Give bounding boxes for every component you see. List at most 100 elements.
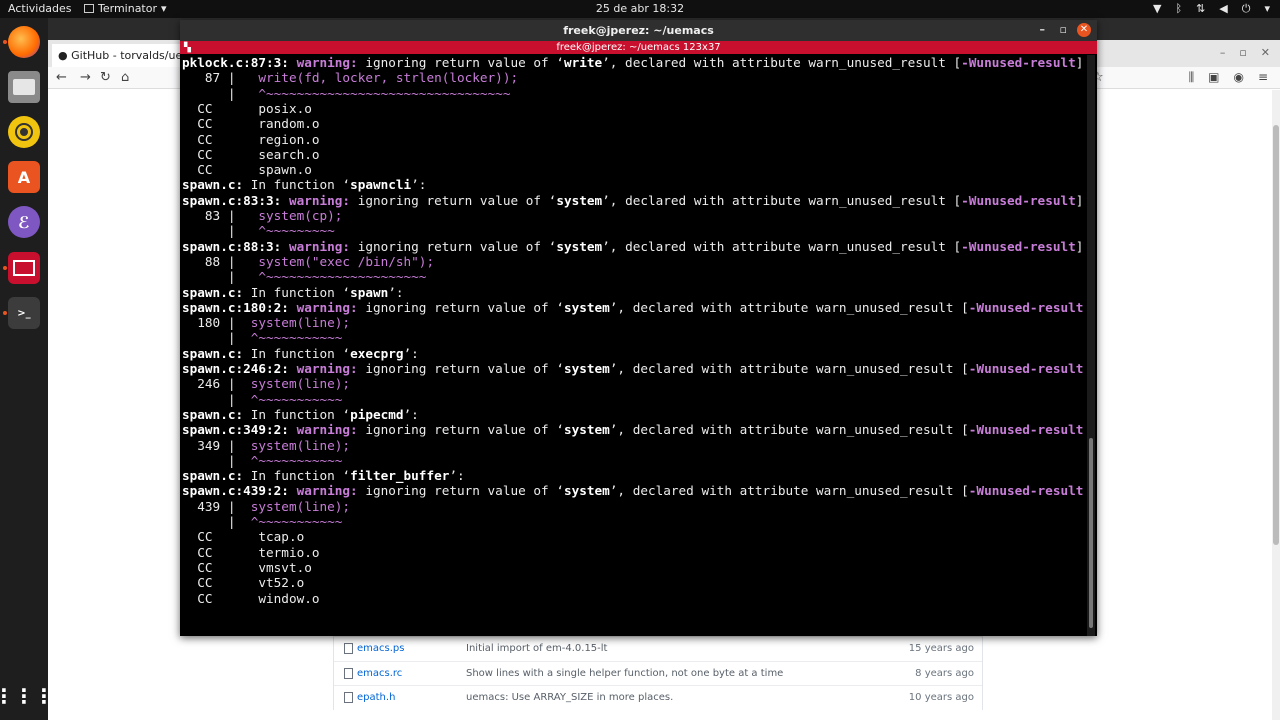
rhythmbox-icon[interactable] xyxy=(8,116,40,148)
running-indicator xyxy=(3,311,7,315)
terminal-line: 180 | system(line); xyxy=(182,315,350,330)
terminal-text: ^~~~~~~~~~~~~~~~~~~~~~~~~~~~~~~~~ xyxy=(258,85,511,101)
home-icon[interactable]: ⌂ xyxy=(121,70,129,85)
terminal-text: warning: xyxy=(296,422,366,438)
clock[interactable]: 25 de abr 18:32 xyxy=(0,2,1280,15)
commit-message-link[interactable]: Show lines with a single helper function… xyxy=(466,668,783,679)
terminal-line: CC tcap.o xyxy=(182,529,304,544)
terminal-line: CC vmsvt.o xyxy=(182,560,312,575)
bluetooth-icon[interactable]: ᛒ xyxy=(1175,2,1182,16)
terminal-text: In function ‘ xyxy=(243,406,351,422)
account-icon[interactable]: ◉ xyxy=(1233,70,1243,85)
terminal-pane-titlebar[interactable]: ▚ freek@jperez: ~/uemacs 123x37 xyxy=(180,41,1097,54)
library-icon[interactable]: ⫼ xyxy=(1189,70,1195,85)
terminal-line: CC window.o xyxy=(182,591,319,606)
terminal-text: spawn.c:349:2: xyxy=(182,422,297,438)
terminal-text: warning: xyxy=(288,192,358,208)
terminal-line: 87 | write(fd, locker, strlen(locker)); xyxy=(182,70,518,85)
browser-tab-title: GitHub - torvalds/uemacs xyxy=(71,49,184,62)
terminator-icon[interactable] xyxy=(8,252,40,284)
reload-icon[interactable]: ↻ xyxy=(100,70,111,85)
file-name-link[interactable]: emacs.ps xyxy=(357,643,404,654)
sidebar-icon[interactable]: ▣ xyxy=(1208,70,1219,85)
terminal-text: spawn.c:88:3: xyxy=(182,238,289,254)
terminal-text: ignoring return value of ‘ xyxy=(365,483,564,499)
group-icon[interactable]: ▚ xyxy=(184,42,191,55)
terminal-text: -Wunused-result xyxy=(968,299,1084,315)
close-icon[interactable]: ✕ xyxy=(1077,23,1091,37)
terminal-text: | xyxy=(182,223,259,239)
file-icon xyxy=(344,643,353,654)
firefox-icon[interactable] xyxy=(8,26,40,58)
network-icon[interactable]: ⇅ xyxy=(1196,2,1205,16)
terminal-text: | xyxy=(182,391,251,407)
maximize-icon[interactable]: ▫ xyxy=(1060,23,1067,36)
apps-grid-icon[interactable]: ⋮⋮⋮ xyxy=(0,680,54,712)
close-icon[interactable]: ✕ xyxy=(1261,46,1270,59)
terminal-text: ’: xyxy=(403,345,419,361)
terminal-text: spawn.c: xyxy=(182,284,244,300)
terminal-line: spawn.c:83:3: warning: ignoring return v… xyxy=(182,193,1083,208)
file-row[interactable]: emacs.ps Initial import of em-4.0.15-lt … xyxy=(334,636,982,661)
terminal-text: ’, declared with attribute warn_unused_r… xyxy=(609,483,969,499)
browser-scrollbar[interactable] xyxy=(1272,90,1280,720)
terminal-text: ] xyxy=(1083,422,1084,437)
forward-icon[interactable]: → xyxy=(80,70,91,85)
software-icon[interactable]: A xyxy=(8,161,40,193)
terminal-text: ’, declared with attribute warn_unused_r… xyxy=(609,299,969,315)
scrollbar-thumb[interactable] xyxy=(1089,438,1093,628)
terminal-text: In function ‘ xyxy=(243,177,351,193)
terminal-text: system xyxy=(563,483,610,499)
file-name-link[interactable]: epath.h xyxy=(357,692,395,703)
files-icon[interactable] xyxy=(8,71,40,103)
file-row[interactable]: epath.h uemacs: Use ARRAY_SIZE in more p… xyxy=(334,685,982,710)
file-row[interactable]: emacs.rc Show lines with a single helper… xyxy=(334,660,982,686)
terminal-line: spawn.c:246:2: warning: ignoring return … xyxy=(182,361,1084,376)
terminal-text: warning: xyxy=(288,238,358,254)
minimize-icon[interactable]: – xyxy=(1220,46,1226,59)
terminal-text: spawncli xyxy=(350,177,412,193)
terminal-screen[interactable]: pklock.c:87:3: warning: ignoring return … xyxy=(182,55,1084,636)
terminal-text: system xyxy=(563,361,610,376)
terminal-text: 180 | xyxy=(182,315,251,331)
terminal-text: CC vmsvt.o xyxy=(182,559,312,575)
file-icon xyxy=(344,692,353,703)
terminal-text: CC termio.o xyxy=(182,544,320,560)
terminal-text: pklock.c:87:3: xyxy=(182,55,297,70)
terminal-text: system xyxy=(556,238,603,254)
emacs-icon[interactable]: ℰ xyxy=(8,206,40,238)
browser-tab[interactable]: ● GitHub - torvalds/uemacs xyxy=(52,44,184,67)
terminal-titlebar[interactable]: freek@jperez: ~/uemacs – ▫ ✕ xyxy=(180,20,1097,41)
terminal-text: pipecmd xyxy=(350,406,404,422)
back-icon[interactable]: ← xyxy=(56,70,67,85)
minimize-icon[interactable]: – xyxy=(1040,23,1046,36)
terminal-line: 349 | system(line); xyxy=(182,438,350,453)
power-icon[interactable]: ⏻ xyxy=(1242,2,1251,16)
commit-message-link[interactable]: Initial import of em-4.0.15-lt xyxy=(466,643,607,654)
terminal-text: -Wunused-result xyxy=(968,361,1084,376)
scrollbar-thumb[interactable] xyxy=(1273,125,1279,545)
terminal-text: 439 | xyxy=(182,498,251,514)
terminal-text: system(line); xyxy=(250,498,351,514)
terminal-text: In function ‘ xyxy=(243,468,351,484)
terminal-text: system("exec /bin/sh"); xyxy=(258,253,435,269)
terminal-text: | xyxy=(182,269,259,285)
browser-toolbar-right: ⫼ ▣ ◉ ≡ xyxy=(1189,70,1268,85)
wifi-icon[interactable]: ▼ xyxy=(1153,2,1161,16)
terminal-icon[interactable]: >_ xyxy=(8,297,40,329)
volume-icon[interactable]: ◀ xyxy=(1219,2,1227,16)
terminal-text: CC region.o xyxy=(182,131,320,147)
file-name-link[interactable]: emacs.rc xyxy=(357,668,402,679)
menu-icon[interactable]: ≡ xyxy=(1258,70,1268,85)
system-tray[interactable]: ▼ ᛒ ⇅ ◀ ⏻ ▾ xyxy=(1153,2,1270,16)
chevron-down-icon[interactable]: ▾ xyxy=(1264,2,1270,16)
terminal-text: ’, declared with attribute warn_unused_r… xyxy=(609,361,969,376)
terminal-scrollbar[interactable] xyxy=(1087,55,1095,636)
maximize-icon[interactable]: ▫ xyxy=(1239,46,1246,59)
commit-message-link[interactable]: uemacs: Use ARRAY_SIZE in more places. xyxy=(466,692,673,703)
terminal-text: execprg xyxy=(350,345,404,361)
commit-age: 8 years ago xyxy=(915,667,974,679)
terminal-text: 88 | xyxy=(182,253,259,269)
terminal-line: CC posix.o xyxy=(182,101,312,116)
terminal-text: spawn.c: xyxy=(182,345,244,361)
